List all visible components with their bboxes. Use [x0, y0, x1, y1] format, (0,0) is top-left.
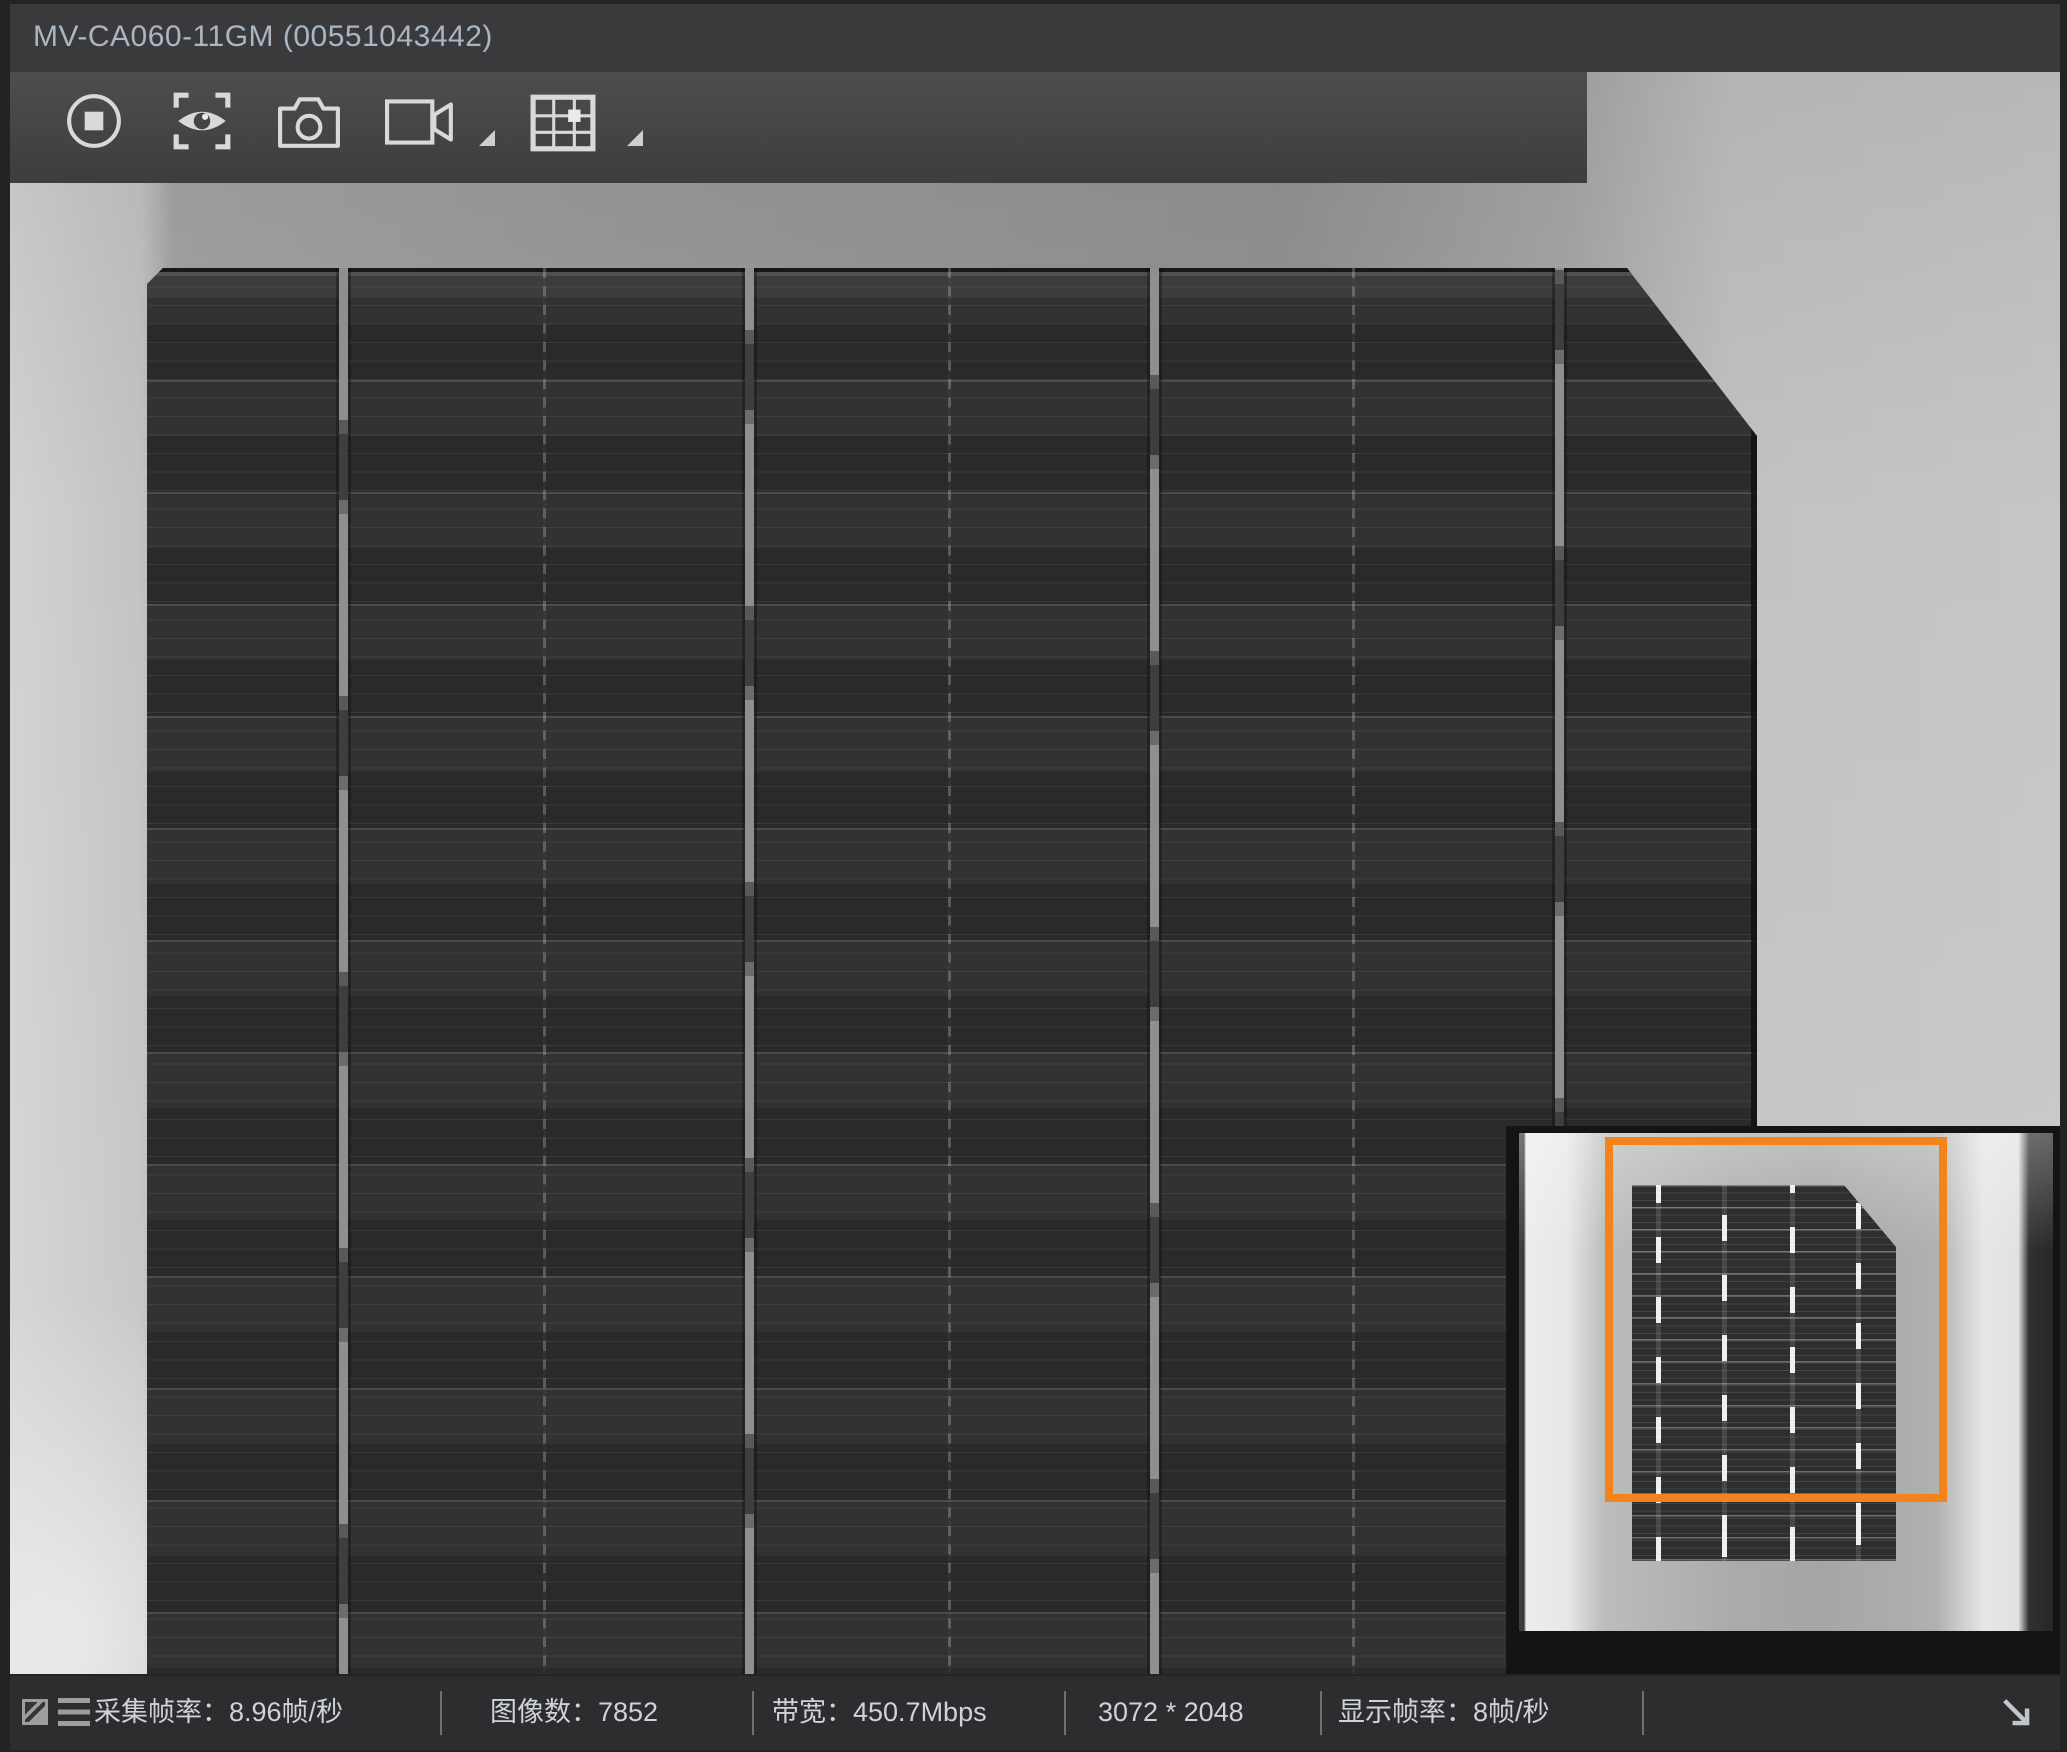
record-video-button[interactable]	[385, 72, 501, 183]
cell-segment-line	[1352, 268, 1355, 1674]
statusbar-divider	[1320, 1691, 1322, 1735]
toolbar	[10, 72, 1587, 183]
busbar-line	[1150, 268, 1159, 1674]
stop-acquisition-icon	[65, 92, 123, 150]
image-count-text: 图像数：7852	[490, 1676, 658, 1748]
navigator-viewbox[interactable]	[1605, 1137, 1947, 1502]
camera-image-view[interactable]	[10, 72, 2060, 1674]
record-video-icon	[385, 97, 457, 147]
busbar-line	[745, 268, 754, 1674]
window-titlebar: MV-CA060-11GM (00551043442)	[10, 4, 2060, 72]
dropdown-triangle-icon	[625, 128, 645, 148]
cell-segment-line	[543, 268, 546, 1674]
statusbar-divider	[1064, 1691, 1066, 1735]
grid-layout-button[interactable]	[530, 72, 648, 183]
statusbar-divider	[752, 1691, 754, 1735]
fit-view-eye-icon	[170, 92, 234, 150]
cell-segment-line	[948, 268, 951, 1674]
stop-acquisition-button[interactable]	[65, 72, 131, 183]
camera-viewer-window: MV-CA060-11GM (00551043442)	[0, 0, 2067, 1752]
resize-arrow-icon[interactable]	[1998, 1694, 2036, 1732]
busbar-line	[339, 268, 348, 1674]
navigator-thumbnail	[1519, 1133, 2053, 1631]
navigator-overview	[1506, 1126, 2060, 1674]
fit-view-button[interactable]	[170, 72, 236, 183]
grid-layout-icon	[530, 94, 596, 152]
window-title: MV-CA060-11GM (00551043442)	[33, 4, 493, 70]
statusbar: 采集帧率：8.96帧/秒 图像数：7852 带宽：450.7Mbps 3072 …	[10, 1674, 2060, 1750]
dropdown-triangle-icon	[477, 128, 497, 148]
menu-lines-icon[interactable]	[58, 1698, 90, 1726]
contrast-square-icon[interactable]	[22, 1699, 48, 1725]
statusbar-divider	[1642, 1691, 1644, 1735]
display-framerate-text: 显示帧率：8帧/秒	[1338, 1676, 1550, 1748]
capture-framerate-text: 采集帧率：8.96帧/秒	[94, 1676, 343, 1748]
snapshot-button[interactable]	[277, 72, 345, 183]
statusbar-divider	[440, 1691, 442, 1735]
bandwidth-text: 带宽：450.7Mbps	[772, 1676, 987, 1748]
snapshot-camera-icon	[277, 93, 341, 149]
resolution-text: 3072 * 2048	[1098, 1676, 1244, 1748]
